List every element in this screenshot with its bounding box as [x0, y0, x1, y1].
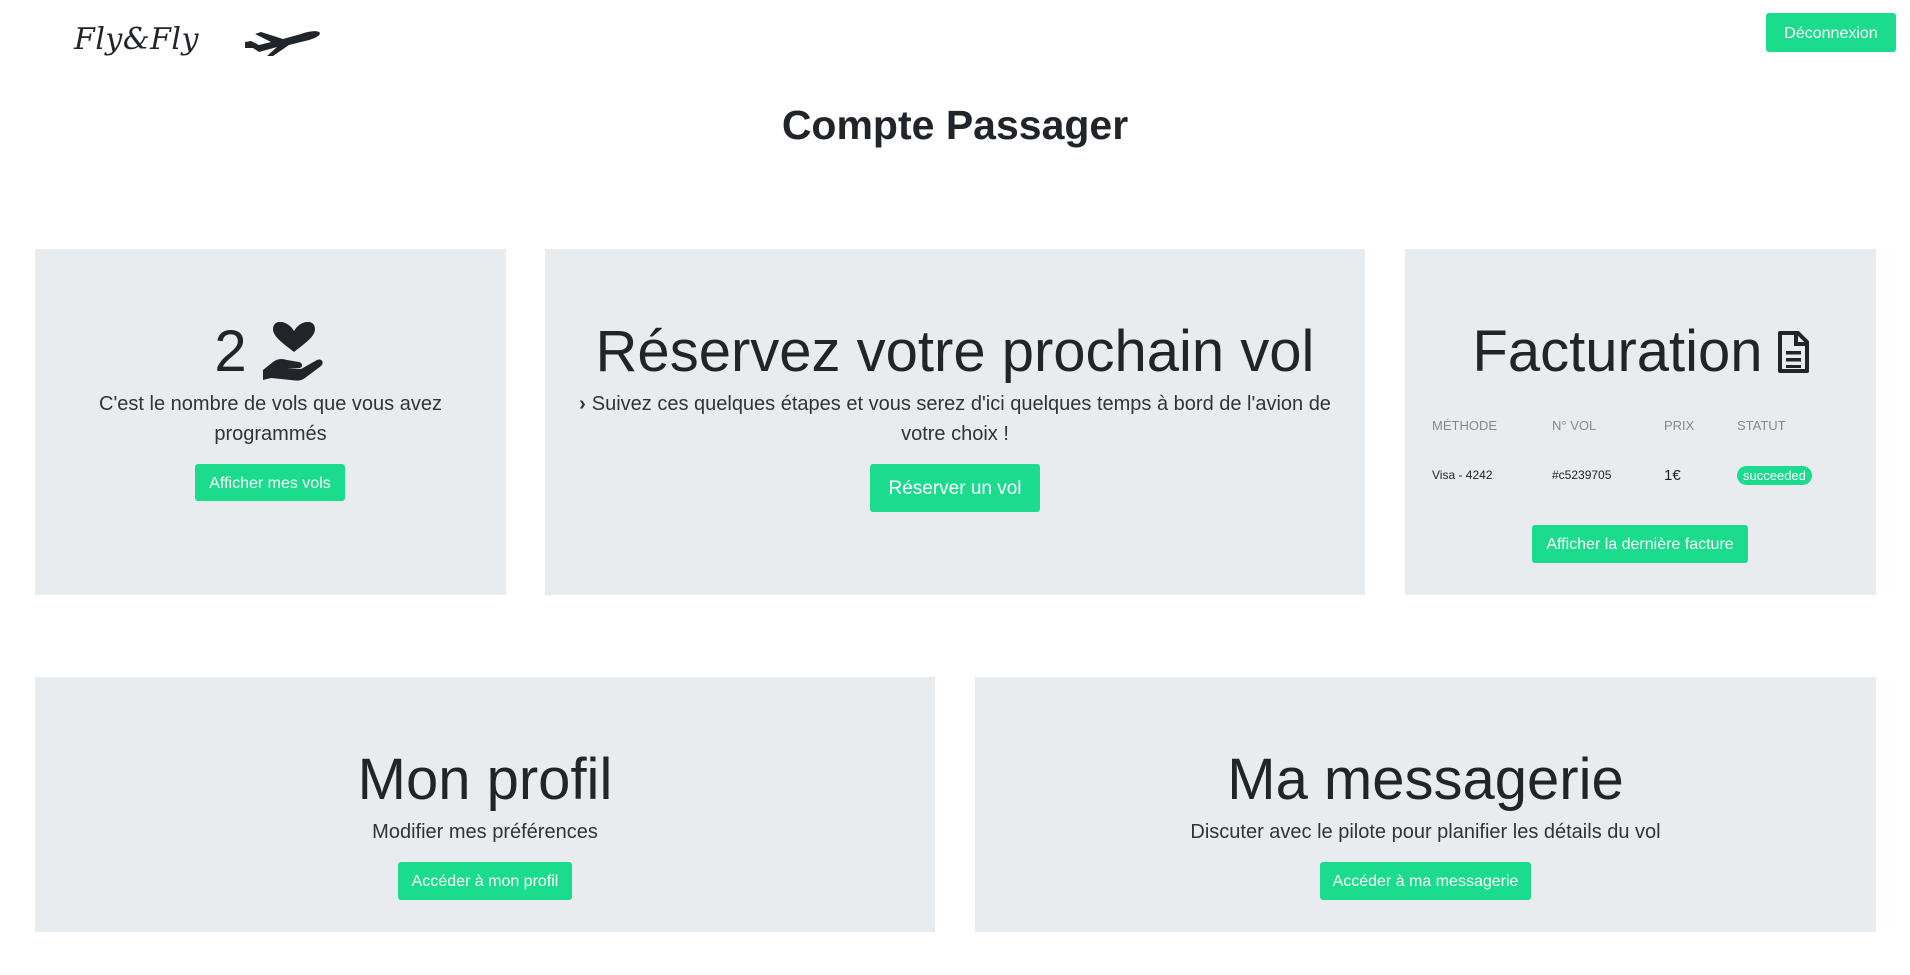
flights-count: 2	[214, 319, 247, 384]
status-badge: succeeded	[1737, 465, 1812, 485]
show-last-invoice-button[interactable]: Afficher la dernière facture	[1532, 525, 1748, 563]
book-flight-title: Réservez votre prochain vol	[595, 319, 1315, 384]
book-flight-button[interactable]: Réserver un vol	[870, 464, 1040, 512]
open-profile-button[interactable]: Accéder à mon profil	[398, 862, 572, 900]
billing-title: Facturation	[1472, 319, 1763, 384]
inbox-description: Discuter avec le pilote pour planifier l…	[1190, 821, 1661, 843]
payment-method: Visa - 4242	[1432, 468, 1493, 482]
billing-card: Facturation MÉTHODE N° VOL PRIX STATUT V…	[1405, 249, 1876, 595]
book-flight-description-text: Suivez ces quelques étapes et vous serez…	[591, 393, 1331, 445]
show-flights-button[interactable]: Afficher mes vols	[195, 464, 345, 501]
logout-button[interactable]: Déconnexion	[1766, 13, 1896, 52]
open-inbox-button[interactable]: Accéder à ma messagerie	[1320, 862, 1531, 900]
column-header-method: MÉTHODE	[1432, 417, 1497, 433]
billing-table-header: MÉTHODE N° VOL PRIX STATUT	[1432, 409, 1852, 441]
profile-card: Mon profil Modifier mes préférences Accé…	[35, 677, 935, 932]
billing-table: MÉTHODE N° VOL PRIX STATUT Visa - 4242 #…	[1432, 409, 1852, 509]
book-flight-description: › Suivez ces quelques étapes et vous sere…	[560, 389, 1350, 449]
price: 1€	[1664, 466, 1681, 484]
column-header-price: PRIX	[1664, 417, 1695, 433]
status-cell: succeeded	[1737, 441, 1852, 509]
inbox-card: Ma messagerie Discuter avec le pilote po…	[975, 677, 1876, 932]
flight-number: #c5239705	[1552, 468, 1612, 482]
column-header-flight-no: N° VOL	[1552, 417, 1597, 433]
logo[interactable]: Fly&Fly	[74, 22, 199, 57]
flights-count-description: C'est le nombre de vols que vous avez pr…	[99, 393, 442, 445]
inbox-title: Ma messagerie	[1227, 747, 1624, 812]
profile-description: Modifier mes préférences	[372, 821, 598, 843]
flights-count-heading: 2	[35, 319, 506, 385]
file-icon	[1777, 331, 1809, 373]
airplane-icon	[245, 31, 320, 56]
page-title: Compte Passager	[781, 102, 1129, 148]
chevron-right-icon: ›	[579, 393, 586, 415]
flights-count-card: 2 C'est le nombre de vols que vous avez …	[35, 249, 506, 595]
column-header-status: STATUT	[1737, 417, 1786, 433]
table-row: Visa - 4242 #c5239705 1€ succeeded	[1432, 441, 1852, 509]
hand-holding-heart-icon	[262, 322, 323, 381]
profile-title: Mon profil	[357, 747, 613, 812]
book-flight-card: Réservez votre prochain vol › Suivez ces …	[545, 249, 1365, 595]
billing-heading: Facturation	[1405, 319, 1876, 385]
